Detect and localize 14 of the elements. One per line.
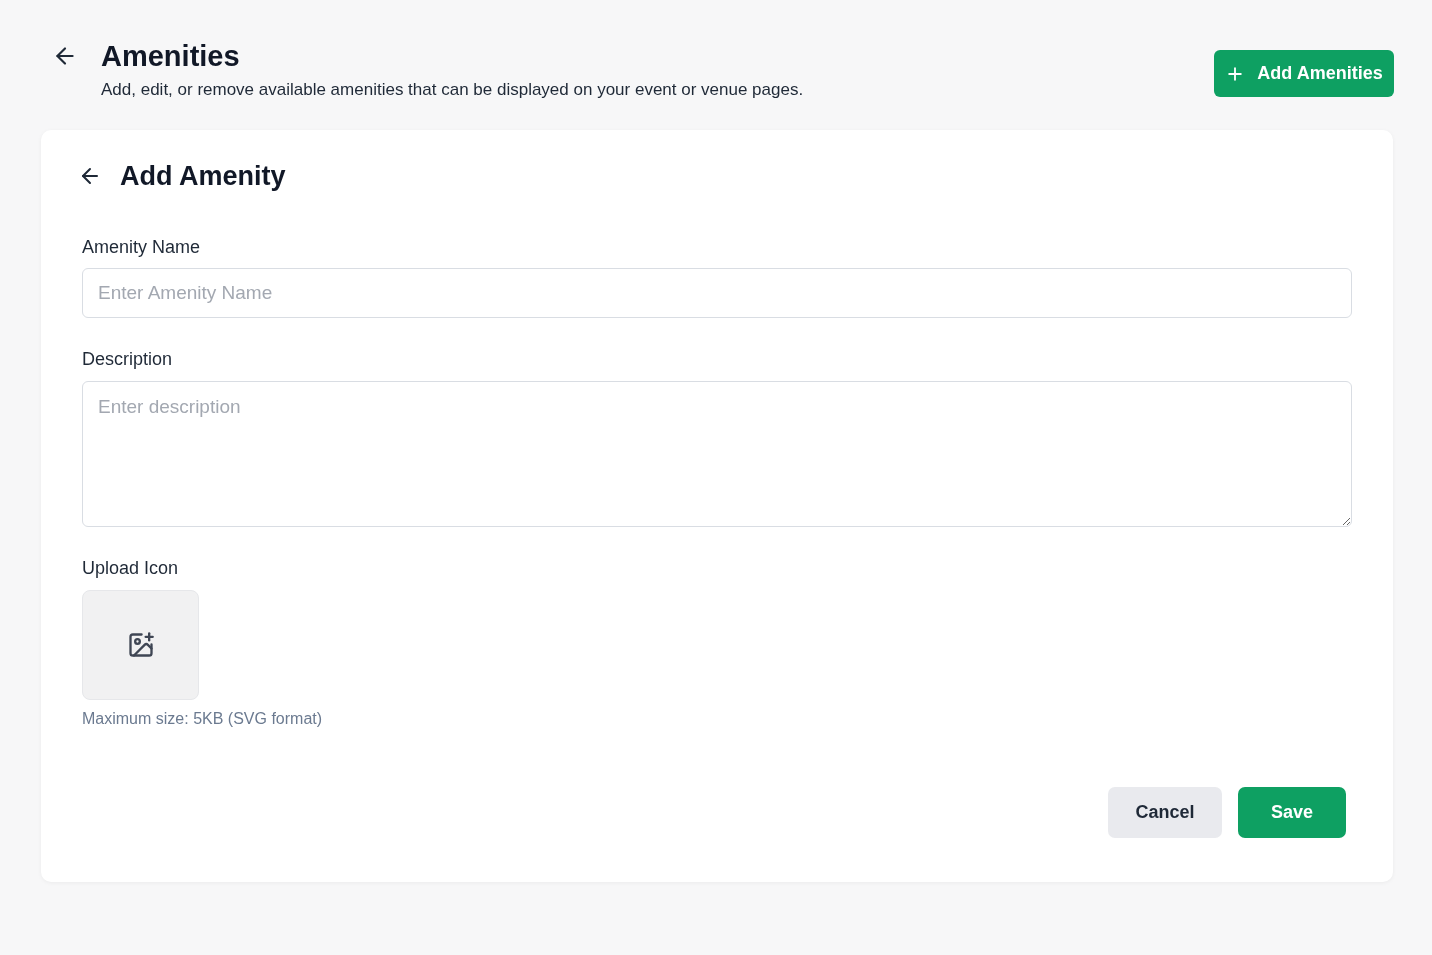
cancel-button[interactable]: Cancel (1108, 787, 1222, 838)
textarea-field[interactable]: Enter description (82, 381, 1352, 527)
upload-hint: Maximum size: 5KB (SVG format) (82, 709, 323, 729)
field-label: Description (82, 348, 174, 371)
add-amenities-button[interactable]: Add Amenities (1214, 50, 1394, 97)
upload-tile[interactable] (82, 590, 199, 700)
page-title: Amenities (101, 39, 241, 74)
page-subtitle: Add, edit, or remove available amenities that can be displayed on your event or venue pages. (101, 79, 804, 101)
image-plus-icon (126, 631, 155, 659)
form-title: Add Amenity (120, 160, 286, 192)
field-label: Amenity Name (82, 236, 202, 259)
save-button[interactable]: Save (1238, 787, 1346, 838)
field-label: Upload Icon (82, 557, 180, 580)
input-field[interactable]: Enter Amenity Name (82, 268, 1352, 318)
